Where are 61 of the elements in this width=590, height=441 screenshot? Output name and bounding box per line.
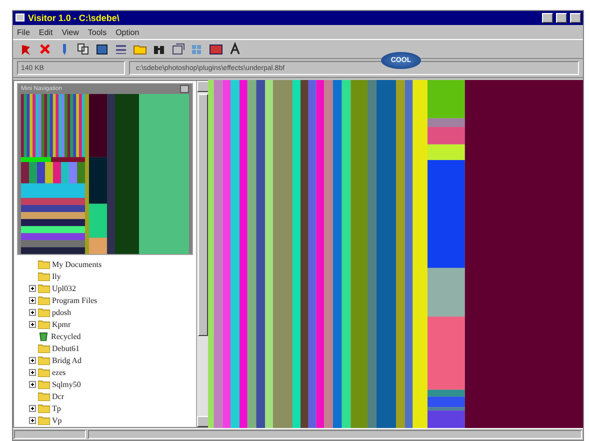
pin-button[interactable] (19, 42, 33, 56)
tree-item[interactable]: Program Files (52, 296, 98, 304)
minimize-button[interactable] (542, 13, 553, 23)
menu-item[interactable]: Edit (38, 28, 53, 36)
tree-item[interactable]: pdosh (52, 308, 72, 316)
tree-item[interactable]: Vp (52, 416, 62, 424)
expand-toggle[interactable] (29, 404, 36, 412)
folder-icon (38, 320, 50, 328)
window-title: Visitor 1.0 - C:\sdebe\ (28, 13, 120, 23)
tree-item[interactable]: My Documents (52, 260, 102, 268)
copy-icon (76, 42, 90, 56)
folder-icon (38, 344, 50, 352)
copy-button[interactable] (76, 42, 90, 56)
app-icon (15, 13, 25, 23)
font-button[interactable] (228, 42, 242, 56)
recycle-bin-icon (38, 331, 49, 341)
expand-toggle[interactable] (29, 416, 36, 424)
folder-icon (38, 284, 50, 292)
scroll-bar[interactable] (196, 81, 209, 427)
folder-icon (38, 416, 50, 424)
menu-item[interactable]: View (62, 28, 79, 36)
tree-item[interactable]: Bridg Ad (52, 356, 82, 364)
tree-item[interactable]: Upl032 (52, 284, 76, 292)
paste-icon (95, 42, 109, 56)
paste-button[interactable] (95, 42, 109, 56)
menu-item[interactable]: Tools (88, 28, 107, 36)
tree-item[interactable]: ezes (52, 368, 66, 376)
folder-icon (38, 308, 50, 316)
folder-icon (38, 368, 50, 376)
folder-icon (38, 392, 50, 400)
expand-toggle[interactable] (29, 368, 36, 376)
expand-toggle[interactable] (29, 356, 36, 364)
menu-item[interactable]: File (17, 28, 30, 36)
tree-item[interactable]: Debut61 (52, 344, 80, 352)
delete-icon (38, 42, 52, 56)
expand-toggle[interactable] (29, 284, 36, 292)
tree-item[interactable]: Ily (52, 272, 61, 280)
window-button[interactable] (171, 42, 185, 56)
folder-icon (38, 356, 50, 364)
folder-icon (38, 404, 50, 412)
tree-item[interactable]: Dcr (52, 392, 64, 400)
delete-button[interactable] (38, 42, 52, 56)
folder-icon (38, 272, 50, 280)
maximize-button[interactable] (556, 13, 567, 23)
tree-item[interactable]: Sqlmy50 (52, 380, 81, 388)
folder-icon (38, 296, 50, 304)
tree-item[interactable]: Recycled (51, 332, 81, 340)
expand-toggle[interactable] (29, 380, 36, 388)
scroll-down-button[interactable] (197, 416, 209, 427)
tree-item[interactable]: Tp (52, 404, 61, 412)
menu-item[interactable]: Option (116, 28, 140, 36)
font-icon (228, 42, 242, 56)
pin-icon (19, 42, 33, 56)
window-icon (171, 42, 185, 56)
folder-icon (38, 380, 50, 388)
folder-icon (38, 260, 50, 268)
expand-toggle[interactable] (29, 320, 36, 328)
scroll-up-button[interactable] (197, 81, 209, 92)
tree-item[interactable]: Kpmr (52, 320, 71, 328)
expand-toggle[interactable] (29, 308, 36, 316)
expand-toggle[interactable] (29, 296, 36, 304)
